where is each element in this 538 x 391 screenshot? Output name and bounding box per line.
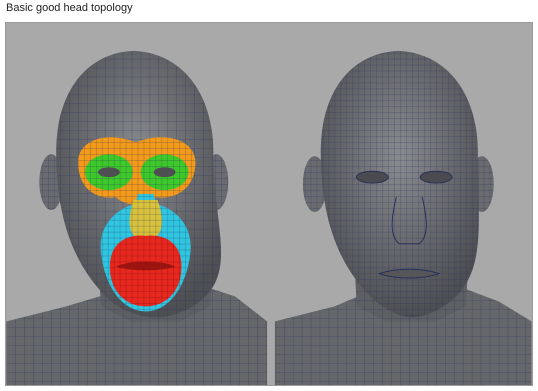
colored-loops-head (6, 50, 268, 385)
wireframe-head (274, 50, 532, 385)
figure-caption: Basic good head topology (6, 2, 133, 14)
head-topology-figure (5, 22, 533, 386)
